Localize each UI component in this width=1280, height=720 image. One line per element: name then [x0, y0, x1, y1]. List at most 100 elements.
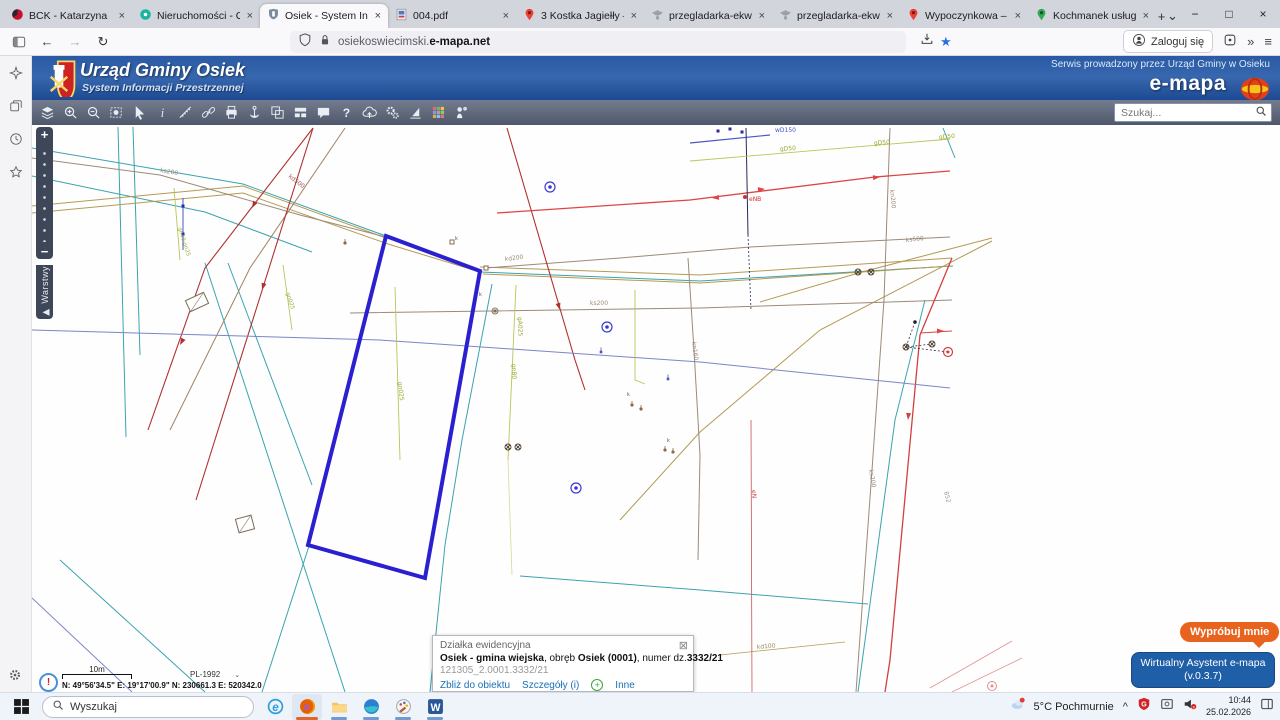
browser-tab[interactable]: Nieruchomości - Oświę×: [132, 4, 260, 28]
link-icon[interactable]: [201, 105, 216, 120]
url-field[interactable]: osiekoswiecimski.e-mapa.net: [290, 31, 906, 53]
lock-icon[interactable]: [318, 33, 332, 50]
map-search-input[interactable]: [1119, 106, 1251, 120]
forward-button[interactable]: →: [64, 31, 86, 53]
tab-manager-icon[interactable]: [9, 99, 23, 118]
new-tab-button[interactable]: +: [1156, 4, 1167, 28]
assistant-bubble[interactable]: Wypróbuj mnie: [1180, 622, 1279, 642]
browser-tab[interactable]: przegladarka-ekw.ms.g×: [644, 4, 772, 28]
tab-close-icon[interactable]: ×: [119, 10, 125, 22]
locate-icon[interactable]: [247, 105, 262, 120]
details-link[interactable]: Szczegóły (i): [522, 680, 579, 691]
north-arrow-icon[interactable]: [408, 105, 423, 120]
tab-close-icon[interactable]: ×: [375, 10, 381, 22]
sidebar-toggle-icon[interactable]: [8, 31, 30, 53]
login-button[interactable]: Zaloguj się: [1123, 30, 1213, 53]
virtual-assistant-button[interactable]: Wirtualny Asystent e-mapa (v.0.3.7): [1131, 652, 1275, 688]
settings-gears-icon[interactable]: [385, 105, 400, 120]
comment-icon[interactable]: [316, 105, 331, 120]
overflow-icon[interactable]: »: [1247, 34, 1254, 49]
svg-text:eNB: eNB: [749, 196, 761, 203]
tab-close-icon[interactable]: ×: [1015, 10, 1021, 22]
map-canvas[interactable]: kd200ks200ks200kd500ks500kn160kn200ks200…: [32, 125, 1280, 692]
ai-chat-icon[interactable]: [9, 66, 23, 85]
volume-icon[interactable]: x: [1183, 697, 1197, 716]
tab-close-icon[interactable]: ×: [503, 10, 509, 22]
zoom-in-icon[interactable]: [63, 105, 78, 120]
minimize-button[interactable]: −: [1178, 0, 1212, 28]
ie-taskbar-icon[interactable]: e: [260, 694, 290, 720]
browser-tab[interactable]: Wypoczynkowa – Map×: [900, 4, 1028, 28]
zoom-to-object-link[interactable]: Zbliż do obiektu: [440, 680, 510, 691]
zoom-slider[interactable]: + −: [36, 127, 53, 259]
layers-icon[interactable]: [40, 105, 55, 120]
crs-selector[interactable]: PL-1992⌄: [190, 670, 240, 679]
search-icon[interactable]: [1255, 104, 1267, 122]
window-controls: − □ ×: [1178, 0, 1280, 28]
select-area-icon[interactable]: [109, 105, 124, 120]
bookmark-star-icon[interactable]: ★: [940, 34, 952, 50]
print-icon[interactable]: [224, 105, 239, 120]
taskbar-search[interactable]: Wyszukaj: [42, 696, 254, 718]
close-button[interactable]: ×: [1246, 0, 1280, 28]
hidden-icons-chevron[interactable]: ^: [1123, 701, 1128, 713]
measure-icon[interactable]: [178, 105, 193, 120]
zoom-track[interactable]: [36, 144, 53, 242]
browser-tab[interactable]: 004.pdf ×: [388, 4, 516, 28]
tray-app-icon[interactable]: [1160, 697, 1174, 716]
tab-close-icon[interactable]: ×: [887, 10, 893, 22]
clock[interactable]: 10:44 25.02.2026: [1206, 695, 1251, 718]
browser-tab[interactable]: Kochmanek usługi stola×: [1028, 4, 1156, 28]
other-link[interactable]: Inne: [615, 680, 634, 691]
scale-label: 10m: [62, 665, 132, 674]
browser-tab[interactable]: 3 Kostka Jagiełły – Map×: [516, 4, 644, 28]
modules-grid-icon[interactable]: [431, 105, 446, 120]
browser-tab[interactable]: Osiek - System Informa×: [260, 4, 388, 28]
start-button[interactable]: [6, 694, 36, 720]
street-view-icon[interactable]: [454, 105, 469, 120]
tab-close-icon[interactable]: ×: [759, 10, 765, 22]
popup-close-icon[interactable]: ⊠: [679, 639, 688, 652]
pointer-icon[interactable]: [132, 105, 147, 120]
map-search-box[interactable]: [1114, 103, 1272, 122]
zoom-in-button[interactable]: +: [41, 127, 49, 142]
tab-title: 004.pdf: [413, 10, 496, 22]
extension-icon[interactable]: [1223, 33, 1237, 50]
tab-close-icon[interactable]: ×: [631, 10, 637, 22]
history-icon[interactable]: [9, 132, 23, 151]
weather-text[interactable]: 5°C Pochmurnie: [1034, 701, 1114, 713]
cloud-upload-icon[interactable]: [362, 105, 377, 120]
maximize-button[interactable]: □: [1212, 0, 1246, 28]
tab-list-button[interactable]: ⌄: [1167, 4, 1178, 28]
menu-icon[interactable]: ≡: [1264, 34, 1272, 49]
notification-center-icon[interactable]: [1260, 697, 1274, 716]
browser-tab[interactable]: przegladarka-ekw.ms.g×: [772, 4, 900, 28]
layers-panel-tab[interactable]: ▶ Warstwy: [36, 265, 53, 319]
zoom-out-icon[interactable]: [86, 105, 101, 120]
antivirus-shield-icon[interactable]: G: [1137, 697, 1151, 716]
browser-tab[interactable]: BCK - Katarzyna×: [4, 4, 132, 28]
sidebar-settings-gear-icon[interactable]: [8, 668, 22, 687]
save-page-icon[interactable]: [920, 32, 934, 51]
panels-icon[interactable]: [293, 105, 308, 120]
copy-frame-icon[interactable]: [270, 105, 285, 120]
tab-close-icon[interactable]: ×: [1143, 10, 1149, 22]
help-icon[interactable]: ?: [339, 105, 354, 120]
explorer-taskbar-icon[interactable]: [324, 694, 354, 720]
tracking-shield-icon[interactable]: [298, 33, 312, 50]
alert-icon[interactable]: !: [39, 673, 58, 692]
reload-button[interactable]: ↻: [92, 31, 114, 53]
info-icon[interactable]: i: [155, 105, 170, 120]
firefox-taskbar-icon[interactable]: [292, 694, 322, 720]
tab-close-icon[interactable]: ×: [247, 10, 253, 22]
add-icon[interactable]: +: [591, 679, 603, 691]
edge-taskbar-icon[interactable]: [356, 694, 386, 720]
back-button[interactable]: ←: [36, 31, 58, 53]
word-taskbar-icon[interactable]: W: [420, 694, 450, 720]
svg-text:?: ?: [343, 106, 350, 120]
bookmarks-icon[interactable]: [9, 165, 23, 184]
paint-taskbar-icon[interactable]: [388, 694, 418, 720]
weather-icon[interactable]: [1011, 697, 1025, 716]
app-title: Urząd Gminy Osiek: [80, 60, 245, 81]
zoom-out-button[interactable]: −: [41, 244, 49, 259]
